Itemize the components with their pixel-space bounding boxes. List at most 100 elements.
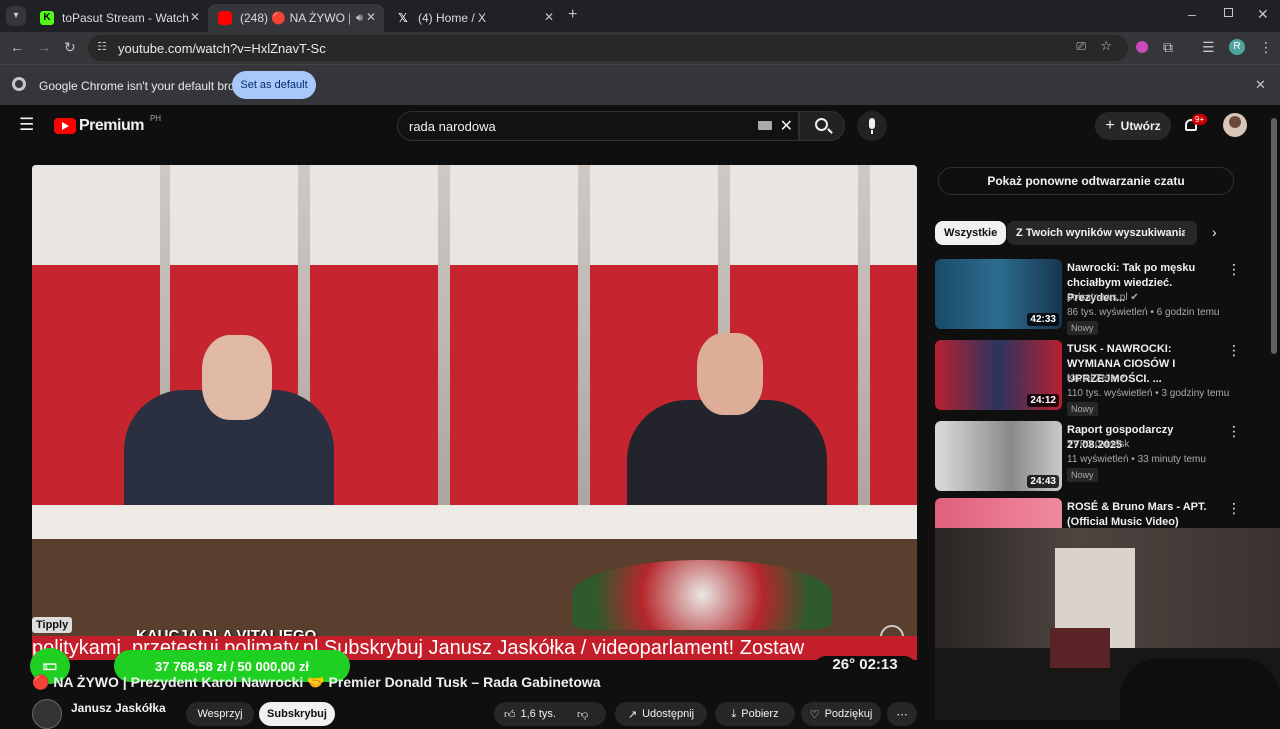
channel-name[interactable]: Janusz Jaskółka	[71, 701, 166, 715]
channel-avatar[interactable]	[32, 699, 62, 729]
plus-icon: +	[1105, 117, 1115, 134]
video-meta: 86 tys. wyświetleń • 6 godzin temu	[1067, 307, 1220, 318]
channel-name[interactable]: Kanał Zero ✔	[1067, 373, 1127, 384]
default-browser-infobar: Google Chrome isn't your default browser…	[0, 64, 1280, 105]
video-thumbnail[interactable]: 24:12	[935, 340, 1062, 410]
video-duration: 42:33	[1027, 313, 1059, 326]
more-vert-icon[interactable]: ⋮	[1227, 500, 1241, 517]
profile-avatar[interactable]: R	[1229, 39, 1245, 55]
video-thumbnail[interactable]: 24:43	[935, 421, 1062, 491]
kick-icon: K	[40, 11, 54, 25]
channel-name[interactable]: polsatnews.pl ✔	[1067, 292, 1139, 303]
more-actions-button[interactable]: ⋯	[887, 702, 917, 726]
close-icon[interactable]: ✕	[366, 10, 376, 24]
like-count: 1,6 tys.	[520, 708, 556, 720]
share-icon: ↗	[627, 708, 638, 721]
share-button[interactable]: ↗ Udostępnij	[615, 702, 707, 726]
minimize-icon[interactable]: –	[1188, 6, 1196, 22]
video-duration: 24:12	[1027, 394, 1059, 407]
search-button[interactable]	[799, 111, 845, 141]
chip-more[interactable]	[1185, 221, 1197, 245]
video-player[interactable]	[32, 165, 917, 657]
subscribe-button[interactable]: Subskrybuj	[259, 702, 335, 726]
close-icon[interactable]: ✕	[1255, 77, 1266, 93]
video-title: 🔴 NA ŻYWO | Prezydent Karol Nawrocki 🤝 P…	[32, 674, 601, 690]
chevron-right-icon[interactable]: ›	[1212, 224, 1217, 240]
youtube-play-icon	[54, 118, 76, 134]
tab-title: (248) 🔴 NA ŻYWO | Prezydent	[240, 11, 350, 25]
tab-youtube[interactable]: (248) 🔴 NA ŻYWO | Prezydent 🔊︎ ✕	[208, 4, 384, 32]
restore-icon[interactable]	[1224, 8, 1233, 17]
logo-text: Premium	[79, 117, 144, 134]
browser-toolbar: ← → ↻ ☷ youtube.com/watch?v=HxlZnavT-Sc …	[0, 32, 1280, 64]
youtube-header: ☰ Premium PH rada narodowa ✕ + Utwórz 9+	[0, 105, 1280, 147]
infobar-text: Google Chrome isn't your default browser	[39, 79, 261, 93]
tab-search-button[interactable]: ▾	[6, 6, 26, 26]
forward-icon[interactable]: →	[37, 39, 51, 55]
more-vert-icon[interactable]: ⋮	[1227, 423, 1241, 440]
youtube-logo[interactable]: Premium PH	[54, 113, 162, 135]
close-window-icon[interactable]: ✕	[1257, 6, 1269, 23]
notifications-button[interactable]: 9+	[1183, 114, 1208, 136]
keyboard-icon[interactable]	[758, 121, 772, 130]
download-icon: ⤓	[731, 707, 737, 720]
support-button[interactable]: Wesprzyj	[186, 702, 254, 726]
replay-chat-button[interactable]: Pokaż ponowne odtwarzanie czatu	[938, 167, 1234, 195]
tab-x[interactable]: 𝕏 (4) Home / X ✕	[386, 4, 562, 32]
chrome-icon	[12, 77, 26, 91]
create-button[interactable]: + Utwórz	[1095, 112, 1171, 140]
search-input[interactable]: rada narodowa ✕	[397, 111, 799, 141]
speaker-icon[interactable]: 🔊︎	[356, 12, 363, 25]
video-duration: 24:43	[1027, 475, 1059, 488]
new-badge: Nowy	[1067, 321, 1098, 335]
new-tab-icon[interactable]: +	[568, 6, 577, 24]
more-vert-icon[interactable]: ⋮	[1227, 261, 1241, 278]
voice-search-button[interactable]	[857, 111, 887, 141]
extension-icon[interactable]	[1136, 41, 1148, 53]
install-icon[interactable]: ⎚	[1076, 39, 1086, 54]
thanks-icon: ♡	[809, 708, 820, 721]
tab-kick[interactable]: K toPasut Stream - Watch Live on ✕	[30, 4, 208, 32]
webcam-overlay	[935, 528, 1280, 720]
weather-time-text: 26° 02:13	[832, 656, 898, 673]
site-settings-icon[interactable]: ☷	[97, 40, 107, 53]
close-icon[interactable]: ✕	[190, 10, 200, 24]
recommendation-item[interactable]: 24:43 Raport gospodarczy 27.08.2025 TVP3…	[935, 421, 1255, 493]
more-vert-icon[interactable]: ⋮	[1227, 342, 1241, 359]
clear-search-icon[interactable]: ✕	[780, 116, 793, 136]
download-button[interactable]: ⤓ Pobierz	[715, 702, 795, 726]
close-icon[interactable]: ✕	[544, 10, 554, 24]
channel-name[interactable]: TVP3 Gdańsk	[1067, 439, 1129, 450]
microphone-icon	[869, 118, 875, 129]
back-icon[interactable]: ←	[10, 39, 24, 55]
create-label: Utwórz	[1120, 119, 1161, 133]
logo-region: PH	[149, 113, 162, 123]
address-bar[interactable]: ☷ youtube.com/watch?v=HxlZnavT-Sc ⎚ ☆	[88, 35, 1128, 61]
weather-clock: 26° 02:13	[813, 656, 917, 682]
url-text: youtube.com/watch?v=HxlZnavT-Sc	[118, 40, 326, 56]
reload-icon[interactable]: ↻	[64, 39, 76, 56]
hamburger-menu-icon[interactable]: ☰	[19, 115, 34, 135]
verified-icon: ✔	[1130, 292, 1139, 303]
thanks-button[interactable]: ♡ Podziękuj	[801, 702, 881, 726]
account-avatar[interactable]	[1223, 113, 1247, 137]
verified-icon: ✔	[1118, 373, 1128, 384]
like-button[interactable]: 👍︎ 1,6 tys. 👎︎	[494, 702, 606, 726]
reading-list-icon[interactable]: ☰	[1202, 39, 1215, 56]
tab-title: (4) Home / X	[418, 11, 487, 25]
chip-from-search[interactable]: Z Twoich wyników wyszukiwania	[1007, 221, 1197, 245]
thumbs-down-icon[interactable]: 👎︎	[577, 708, 588, 721]
chip-all[interactable]: Wszystkie	[935, 221, 1007, 245]
recommendation-item[interactable]: 42:33 Nawrocki: Tak po męsku chciałbym w…	[935, 259, 1255, 335]
video-thumbnail[interactable]: 42:33	[935, 259, 1062, 329]
set-default-button[interactable]: Set as default	[232, 71, 316, 99]
recommendation-item[interactable]: 24:12 TUSK - NAWROCKI: WYMIANA CIOSÓW I …	[935, 340, 1255, 416]
extensions-puzzle-icon[interactable]: ⧉	[1163, 39, 1173, 56]
chrome-menu-icon[interactable]: ⋮	[1259, 39, 1273, 56]
thumbs-up-icon: 👍︎	[504, 708, 516, 721]
x-icon: 𝕏	[398, 11, 408, 25]
bookmark-star-icon[interactable]: ☆	[1100, 38, 1112, 54]
page-scrollbar[interactable]	[1271, 118, 1277, 354]
more-icon: ⋯	[896, 708, 908, 721]
video-title[interactable]: ROSÉ & Bruno Mars - APT. (Official Music…	[1067, 500, 1219, 530]
